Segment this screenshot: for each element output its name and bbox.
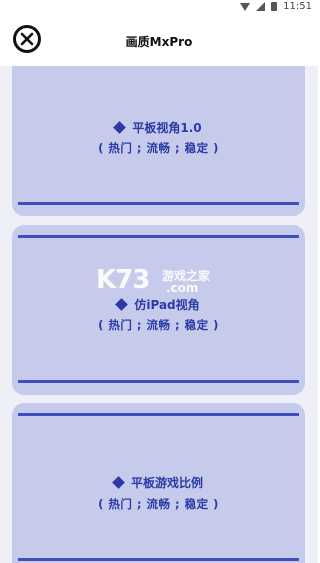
option-tags: ( 热门 ; 流畅 ; 稳定 ) (98, 318, 219, 332)
option-list[interactable]: 平板视角1.0 ( 热门 ; 流畅 ; 稳定 ) 仿iPad视角 ( 热门 ; … (0, 66, 318, 563)
page-title: 画质MxPro (125, 35, 193, 49)
option-card-tablet-view[interactable]: 平板视角1.0 ( 热门 ; 流畅 ; 稳定 ) (12, 66, 305, 216)
option-title-row: 平板游戏比例 (12, 474, 305, 491)
option-title-row: 平板视角1.0 (12, 119, 305, 136)
diamond-bullet-icon (113, 121, 127, 134)
option-card-tablet-ratio[interactable]: 平板游戏比例 ( 热门 ; 流畅 ; 稳定 ) (12, 403, 305, 563)
option-title: 平板视角1.0 (132, 121, 202, 135)
card-divider (18, 380, 299, 383)
option-tags: ( 热门 ; 流畅 ; 稳定 ) (98, 141, 219, 155)
option-title: 平板游戏比例 (130, 476, 203, 490)
card-divider (18, 413, 299, 416)
status-time: 11:51 (283, 1, 312, 12)
option-tags: ( 热门 ; 流畅 ; 稳定 ) (98, 497, 219, 511)
signal-icon (256, 2, 266, 11)
card-divider (18, 558, 299, 561)
battery-icon (271, 2, 278, 11)
header: 画质MxPro (0, 13, 318, 66)
watermark-domain: .com (166, 281, 199, 295)
k73-watermark-logo: K73 游戏之家 .com (96, 265, 226, 299)
watermark-logo-text: K73 (96, 265, 150, 295)
option-card-ipad-view[interactable]: 仿iPad视角 ( 热门 ; 流畅 ; 稳定 ) (12, 225, 305, 395)
wifi-icon (240, 2, 251, 11)
status-bar: 11:51 (0, 0, 318, 13)
card-divider (18, 202, 299, 205)
diamond-bullet-icon (115, 298, 129, 311)
card-divider (18, 235, 299, 238)
diamond-bullet-icon (112, 476, 125, 489)
